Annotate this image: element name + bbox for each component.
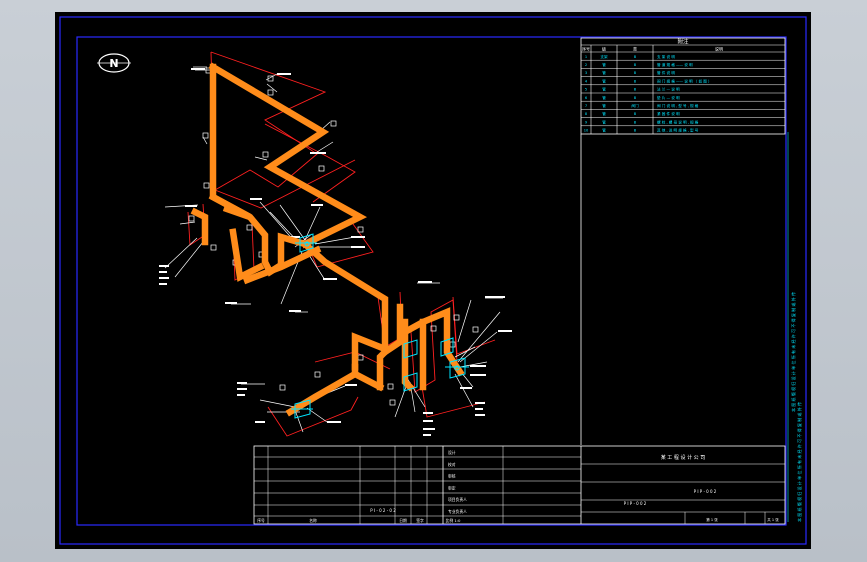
legend-cell-a: 管 bbox=[602, 87, 606, 92]
legend-cell-a: 管 bbox=[602, 111, 606, 116]
legend-cell-n: 6 bbox=[585, 96, 588, 100]
legend-cell-a: 管 bbox=[602, 95, 606, 100]
title-block: 某 工 程 设 计 公 司 P I P - 0 0 2 P I P - 0 0 … bbox=[253, 445, 786, 525]
legend-cell-b: B bbox=[634, 88, 637, 92]
legend-cell-b: B bbox=[634, 71, 637, 75]
side-note: 本 图 纸 版 权 归 设 计 单 位 所 有 未 经 许 可 不 得 复 制 … bbox=[787, 132, 802, 522]
legend-cell-a: 管 bbox=[602, 70, 606, 75]
legend-cell-c: 其 他 , 说 明 规 格 , 型 号 bbox=[657, 128, 699, 133]
title-role: 审核 bbox=[448, 474, 456, 479]
legend-header-2: 类 bbox=[633, 46, 637, 52]
title-bottom-label: 比例 1:0 bbox=[446, 518, 461, 523]
company-name: 某 工 程 设 计 公 司 bbox=[661, 454, 706, 461]
legend-cell-b: B bbox=[634, 63, 637, 67]
title-role: 专业负责人 bbox=[448, 509, 467, 514]
sheet-total: 共 1 张 bbox=[767, 517, 779, 522]
left-code: P I - 0 2 - 0 2 bbox=[370, 508, 396, 513]
legend-cell-n: 8 bbox=[585, 112, 588, 116]
legend-cell-c: 螺 栓 , 螺 母 说 明 , 规 格 bbox=[657, 119, 699, 124]
legend-cell-c: 垫 片 — 说 明 bbox=[657, 95, 680, 100]
legend-cell-c: 支 架 说 明 bbox=[657, 54, 675, 59]
side-note-text-2: 本 图 纸 版 权 归 设 计 单 位 所 有 未 经 许 可 不 得 复 制 … bbox=[796, 402, 802, 522]
drawing-number-left: P I P - 0 0 2 bbox=[624, 501, 647, 506]
legend-header-0: 序号 bbox=[582, 46, 590, 52]
north-label: N bbox=[109, 57, 118, 70]
north-arrow-icon: N bbox=[97, 53, 131, 73]
sheet-number: 第 1 张 bbox=[706, 517, 718, 522]
title-role: 校对 bbox=[448, 462, 456, 467]
legend-cell-b: 阀门 bbox=[631, 103, 639, 108]
side-note-text: 本 图 纸 版 权 归 设 计 单 位 所 有 未 经 许 可 不 得 复 制 … bbox=[790, 292, 796, 412]
title-role: 设计 bbox=[448, 450, 456, 455]
legend-cell-b: B bbox=[634, 120, 637, 124]
legend-cell-n: 4 bbox=[585, 79, 588, 83]
legend-table: 附注 序号 级 类 说明 1 支架 B 支 架 说 明 2 管 B 管 道 规 格 —— 说 … bbox=[580, 38, 786, 135]
isometric-pipe-drawing: N 附注 序号 级 类 说明 1 支架 B 支 架 说 明 2 管 B 管 道 规 格 —— … bbox=[59, 16, 807, 545]
legend-header-3: 说明 bbox=[715, 46, 723, 52]
drawing-sheet: N 附注 序号 级 类 说明 1 支架 B 支 架 说 明 2 管 B 管 道 规 格 —— … bbox=[55, 12, 811, 549]
legend-cell-n: 9 bbox=[585, 120, 588, 124]
title-bottom-label: 名称 bbox=[309, 518, 317, 523]
legend-cell-a: 管 bbox=[602, 128, 606, 133]
legend-cell-c: 管 件 说 明 bbox=[657, 70, 675, 75]
drawing-number: P I P - 0 0 2 bbox=[694, 489, 717, 494]
legend-cell-n: 2 bbox=[585, 63, 587, 67]
legend-cell-n: 7 bbox=[585, 104, 587, 108]
legend-cell-b: B bbox=[634, 79, 637, 83]
legend-cell-a: 管 bbox=[602, 62, 606, 67]
legend-cell-b: B bbox=[634, 112, 637, 116]
outer-border bbox=[59, 16, 807, 545]
legend-header-1: 级 bbox=[602, 46, 606, 52]
legend-cell-c: 法 兰 — 说 明 bbox=[657, 87, 680, 92]
cad-viewport[interactable]: N 附注 序号 级 类 说明 1 支架 B 支 架 说 明 2 管 B 管 道 规 格 —— … bbox=[0, 0, 867, 562]
legend-cell-c: 管 道 规 格 —— 说 明 bbox=[657, 62, 693, 67]
title-bottom-label: 序号 bbox=[257, 518, 265, 523]
legend-cell-b: B bbox=[634, 55, 637, 59]
legend-cell-n: 5 bbox=[585, 88, 587, 92]
legend-cell-b: B bbox=[634, 129, 637, 133]
title-role: 项目负责人 bbox=[448, 497, 467, 502]
legend-cell-n: 1 bbox=[585, 55, 587, 59]
legend-cell-c: 阀 门 规 格 —— 说 明 （ 如 图 ） bbox=[657, 78, 712, 83]
pipe-route bbox=[190, 62, 465, 417]
legend-cell-c: 紧 固 件 说 明 bbox=[657, 111, 680, 116]
title-role: 审定 bbox=[448, 485, 456, 490]
title-bottom-label: 日期 bbox=[399, 518, 407, 523]
legend-cell-a: 管 bbox=[602, 119, 606, 124]
title-bottom-label: 签字 bbox=[416, 518, 424, 523]
legend-cell-a: 管 bbox=[602, 78, 606, 83]
legend-cell-b: B bbox=[634, 96, 637, 100]
legend-cell-a: 管 bbox=[602, 103, 606, 108]
legend-cell-c: 阀 门 说 明 , 型 号 , 规 格 bbox=[657, 103, 699, 108]
legend-cell-n: 3 bbox=[585, 71, 587, 75]
legend-title: 附注 bbox=[677, 38, 689, 46]
legend-cell-n: 10 bbox=[584, 129, 589, 133]
legend-cell-a: 支架 bbox=[600, 54, 608, 59]
